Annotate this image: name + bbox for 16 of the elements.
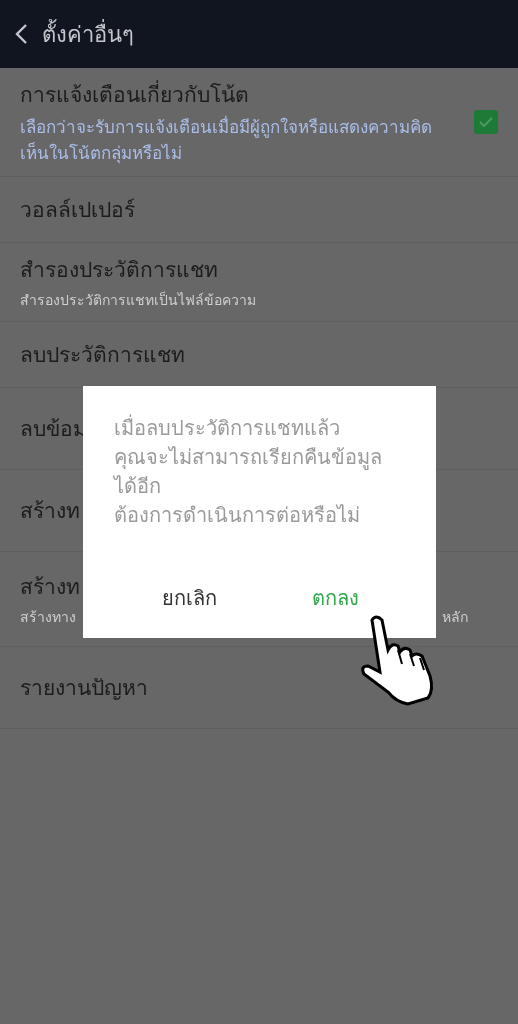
setting-description: สร้างทาง <box>20 608 76 627</box>
dialog-message: เมื่อลบประวัติการแชทแล้ว คุณจะไม่สามารถเรียกคืนข้อมูล ได้อีก ต้องการดำเนินการต่อหรือไม่ <box>114 414 383 529</box>
setting-title[interactable]: การแจ้งเตือนเกี่ยวกับโน้ต <box>20 78 460 111</box>
checkbox[interactable] <box>474 110 498 134</box>
back-icon[interactable] <box>14 23 28 45</box>
setting-description: หลัก <box>442 608 468 627</box>
setting-title[interactable]: รายงานปัญหา <box>20 671 498 704</box>
setting-description: เลือกว่าจะรับการแจ้งเตือนเมื่อมีผู้ถูกใจหรือแสดงความคิดเห็นในโน้ตกลุ่มหรือไม่ <box>20 115 433 166</box>
cancel-button[interactable]: ยกเลิก <box>151 578 227 618</box>
screen-title: ตั้งค่าอื่นๆ <box>42 18 134 49</box>
setting-title[interactable]: วอลล์เปเปอร์ <box>20 193 498 226</box>
setting-title[interactable]: สำรองประวัติการแชท <box>20 253 498 286</box>
ok-button[interactable]: ตกลง <box>301 578 369 618</box>
setting-title[interactable]: ลบประวัติการแชท <box>20 338 498 371</box>
setting-description: สำรองประวัติการแชทเป็นไฟล์ข้อความ <box>20 290 257 310</box>
checkmark-icon <box>479 117 493 127</box>
